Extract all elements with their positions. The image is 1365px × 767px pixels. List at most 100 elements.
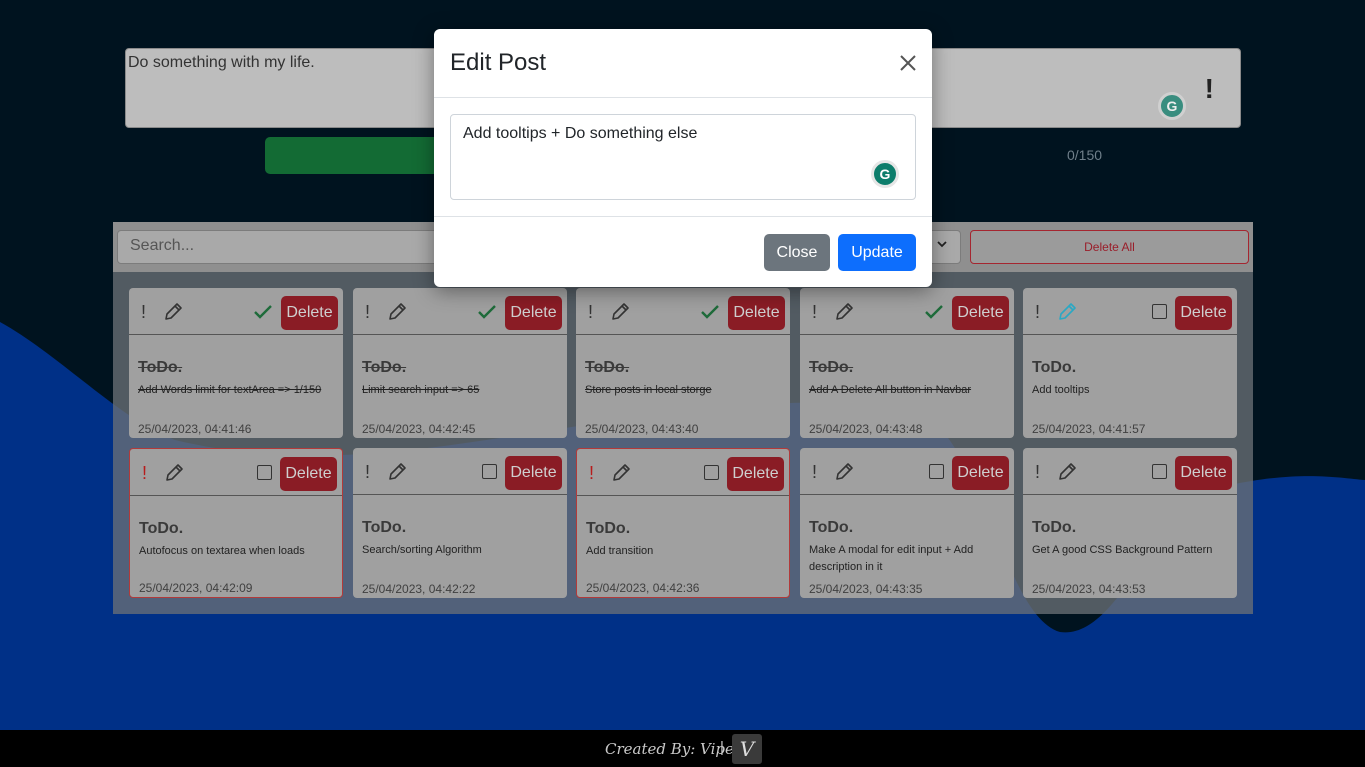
delete-button[interactable]: Delete bbox=[505, 456, 562, 490]
char-counter: 0/150 bbox=[1067, 147, 1103, 163]
card-text: Add A Delete All button in Navbar bbox=[809, 384, 972, 396]
card-text: Make A modal for edit input + Add descri… bbox=[809, 544, 974, 573]
card-date: 25/04/2023, 04:41:46 bbox=[138, 422, 252, 436]
pencil-icon[interactable] bbox=[610, 302, 630, 327]
footer: Created By: Viper | V bbox=[0, 730, 1365, 767]
grammarly-icon[interactable]: G bbox=[1158, 92, 1186, 120]
card-text: Add Words limit for textArea => 1/150 bbox=[138, 384, 322, 396]
post-card: ! Delete ToDo. Limit search input => 65 25/0… bbox=[353, 288, 567, 438]
card-header: ! Delete bbox=[353, 288, 567, 335]
delete-button[interactable]: Delete bbox=[952, 296, 1009, 330]
pencil-icon[interactable] bbox=[164, 463, 184, 488]
priority-icon[interactable]: ! bbox=[812, 302, 817, 323]
card-header: ! Delete bbox=[130, 449, 342, 496]
complete-checkbox[interactable] bbox=[1152, 464, 1167, 479]
checkmark-icon[interactable] bbox=[477, 304, 497, 325]
priority-icon[interactable]: ! bbox=[365, 302, 370, 323]
author-logo[interactable]: V bbox=[732, 734, 762, 764]
card-title: ToDo. bbox=[585, 359, 630, 376]
priority-icon[interactable]: ! bbox=[365, 462, 370, 483]
post-card: ! Delete ToDo. Add transition 25/04/2023, 04… bbox=[576, 448, 790, 598]
grammarly-icon[interactable]: G bbox=[871, 160, 899, 188]
pencil-icon[interactable] bbox=[163, 302, 183, 327]
pencil-icon[interactable] bbox=[834, 462, 854, 487]
priority-icon[interactable]: ! bbox=[589, 463, 594, 484]
pencil-icon[interactable] bbox=[387, 462, 407, 487]
card-title: ToDo. bbox=[809, 519, 854, 536]
card-title: ToDo. bbox=[138, 359, 183, 376]
checkmark-icon[interactable] bbox=[924, 304, 944, 325]
delete-button[interactable]: Delete bbox=[281, 296, 338, 330]
card-header: ! Delete bbox=[576, 288, 790, 335]
edit-textarea-value: Add tooltips + Do something else bbox=[463, 125, 698, 142]
post-card: ! Delete ToDo. Add A Delete All button in N… bbox=[800, 288, 1014, 438]
card-text: Get A good CSS Background Pattern bbox=[1032, 544, 1213, 556]
post-card: ! Delete ToDo. Search/sorting Algorithm 25/0… bbox=[353, 448, 567, 598]
card-title: ToDo. bbox=[809, 359, 854, 376]
pencil-icon[interactable] bbox=[387, 302, 407, 327]
complete-checkbox[interactable] bbox=[704, 465, 719, 480]
priority-toggle-icon[interactable]: ! bbox=[1205, 73, 1214, 105]
delete-button[interactable]: Delete bbox=[505, 296, 562, 330]
edit-post-modal: Edit Post Add tooltips + Do something el… bbox=[434, 29, 932, 287]
card-title: ToDo. bbox=[586, 520, 631, 537]
chevron-down-icon bbox=[936, 237, 948, 253]
card-text: Autofocus on textarea when loads bbox=[139, 545, 305, 557]
close-button[interactable]: Close bbox=[764, 234, 830, 271]
card-title: ToDo. bbox=[1032, 359, 1077, 376]
pencil-icon[interactable] bbox=[611, 463, 631, 488]
card-date: 25/04/2023, 04:42:22 bbox=[362, 582, 476, 596]
post-card: ! Delete ToDo. Add tooltips 25/04/2023, 04:4… bbox=[1023, 288, 1237, 438]
post-card: ! Delete ToDo. Add Words limit for textArea… bbox=[129, 288, 343, 438]
delete-button[interactable]: Delete bbox=[728, 296, 785, 330]
close-icon[interactable] bbox=[898, 53, 918, 73]
pencil-icon[interactable] bbox=[1057, 462, 1077, 487]
delete-button[interactable]: Delete bbox=[1175, 456, 1232, 490]
card-title: ToDo. bbox=[1032, 519, 1077, 536]
card-header: ! Delete bbox=[800, 288, 1014, 335]
complete-checkbox[interactable] bbox=[257, 465, 272, 480]
checkmark-icon[interactable] bbox=[253, 304, 273, 325]
delete-all-button[interactable]: Delete All bbox=[970, 230, 1249, 264]
card-date: 25/04/2023, 04:42:09 bbox=[139, 581, 253, 595]
card-date: 25/04/2023, 04:43:53 bbox=[1032, 582, 1146, 596]
card-title: ToDo. bbox=[362, 519, 407, 536]
card-header: ! Delete bbox=[129, 288, 343, 335]
priority-icon[interactable]: ! bbox=[588, 302, 593, 323]
card-text: Store posts in local storge bbox=[585, 384, 712, 396]
post-card: ! Delete ToDo. Make A modal for edit input … bbox=[800, 448, 1014, 598]
complete-checkbox[interactable] bbox=[1152, 304, 1167, 319]
modal-header: Edit Post bbox=[434, 29, 932, 98]
card-header: ! Delete bbox=[800, 448, 1014, 495]
update-button[interactable]: Update bbox=[838, 234, 916, 271]
priority-icon[interactable]: ! bbox=[1035, 462, 1040, 483]
card-date: 25/04/2023, 04:42:36 bbox=[586, 581, 700, 595]
pencil-icon[interactable] bbox=[1057, 302, 1077, 327]
complete-checkbox[interactable] bbox=[929, 464, 944, 479]
modal-footer: Close Update bbox=[434, 216, 932, 287]
card-title: ToDo. bbox=[139, 520, 184, 537]
post-card: ! Delete ToDo. Store posts in local storge 2… bbox=[576, 288, 790, 438]
delete-button[interactable]: Delete bbox=[727, 457, 784, 491]
checkmark-icon[interactable] bbox=[700, 304, 720, 325]
priority-icon[interactable]: ! bbox=[141, 302, 146, 323]
card-title: ToDo. bbox=[362, 359, 407, 376]
modal-title: Edit Post bbox=[450, 49, 547, 76]
priority-icon[interactable]: ! bbox=[142, 463, 147, 484]
card-text: Limit search input => 65 bbox=[362, 384, 480, 396]
card-text: Search/sorting Algorithm bbox=[362, 544, 482, 556]
pencil-icon[interactable] bbox=[834, 302, 854, 327]
footer-separator: | bbox=[720, 739, 724, 756]
priority-icon[interactable]: ! bbox=[812, 462, 817, 483]
delete-button[interactable]: Delete bbox=[280, 457, 337, 491]
card-header: ! Delete bbox=[577, 449, 789, 496]
card-header: ! Delete bbox=[1023, 448, 1237, 495]
delete-button[interactable]: Delete bbox=[952, 456, 1009, 490]
post-card: ! Delete ToDo. Get A good CSS Background Pa… bbox=[1023, 448, 1237, 598]
priority-icon[interactable]: ! bbox=[1035, 302, 1040, 323]
edit-textarea[interactable]: Add tooltips + Do something else G bbox=[450, 114, 916, 200]
post-textarea-value: Do something with my life. bbox=[128, 54, 315, 71]
post-card: ! Delete ToDo. Autofocus on textarea when l… bbox=[129, 448, 343, 598]
complete-checkbox[interactable] bbox=[482, 464, 497, 479]
delete-button[interactable]: Delete bbox=[1175, 296, 1232, 330]
